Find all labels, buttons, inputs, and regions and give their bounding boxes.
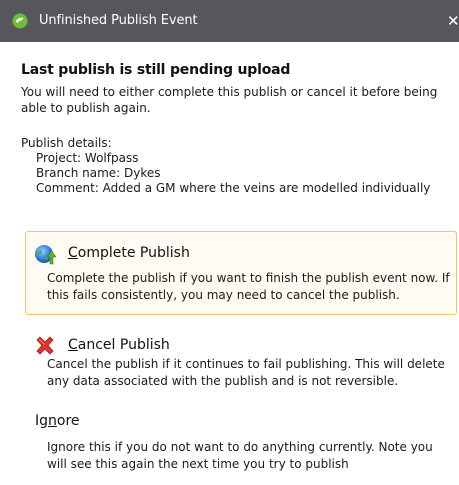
- globe-upload-icon: [35, 245, 56, 265]
- unfinished-publish-dialog: Unfinished Publish Event ✕ Last publish …: [0, 0, 459, 485]
- publish-details-label: Publish details:: [21, 136, 112, 150]
- close-button[interactable]: ✕: [447, 11, 459, 31]
- publish-details: Publish details: Project: Wolfpass Branc…: [21, 136, 430, 196]
- comment-line: Comment: Added a GM where the veins are …: [36, 181, 431, 195]
- ignore-option[interactable]: Ignore Ignore this if you do not want to…: [25, 403, 457, 471]
- dialog-heading: Last publish is still pending upload: [21, 62, 291, 78]
- title-bar: Unfinished Publish Event ✕: [0, 0, 459, 42]
- cancel-publish-description: Cancel the publish if it continues to fa…: [47, 357, 445, 388]
- leapfrog-app-icon: [12, 13, 28, 29]
- complete-publish-description: Complete the publish if you want to fini…: [47, 271, 450, 302]
- cancel-publish-label: Cancel Publish: [68, 337, 170, 353]
- ignore-label: Ignore: [35, 413, 80, 429]
- complete-publish-label: Complete Publish: [68, 245, 190, 261]
- cancel-publish-option[interactable]: Cancel Publish Cancel the publish if it …: [25, 323, 457, 397]
- complete-publish-option[interactable]: Complete Publish Complete the publish if…: [25, 231, 457, 315]
- red-x-icon: [36, 336, 54, 355]
- branch-line: Branch name: Dykes: [36, 166, 161, 180]
- ignore-description: Ignore this if you do not want to do any…: [47, 440, 433, 471]
- window-title: Unfinished Publish Event: [39, 13, 198, 28]
- project-line: Project: Wolfpass: [36, 151, 139, 165]
- intro-text: You will need to either complete this pu…: [21, 85, 438, 115]
